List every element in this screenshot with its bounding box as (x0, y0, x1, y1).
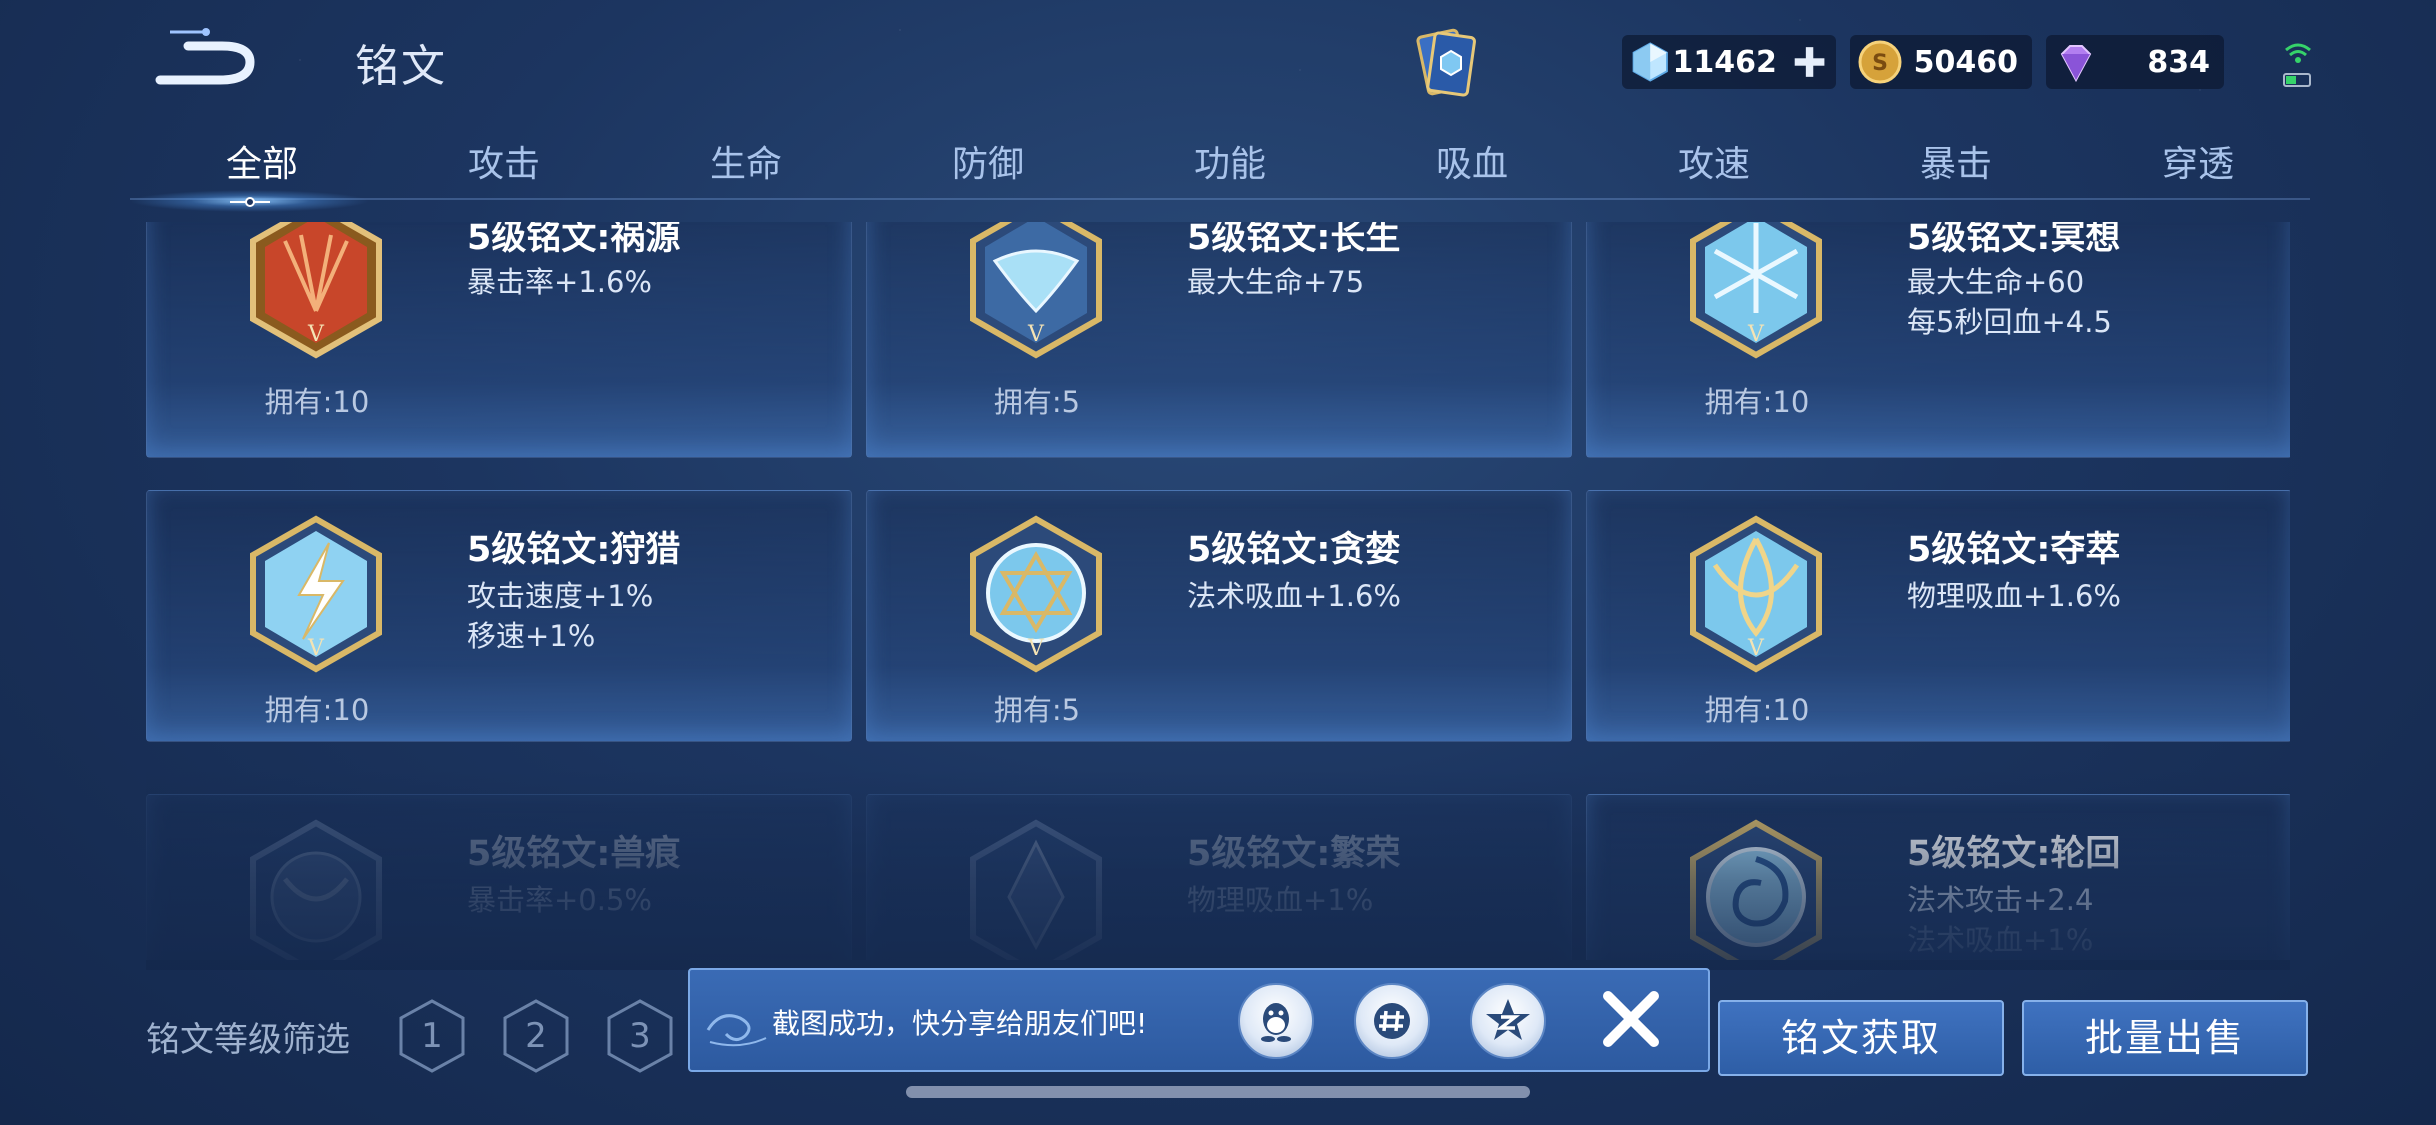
rune-owned-count: 拥有:10 (264, 693, 370, 727)
rune-name: 5级铭文:冥想 (1907, 222, 2121, 258)
gold-count: 50460 (1913, 44, 2018, 80)
svg-text:V: V (307, 322, 325, 347)
tab-defense[interactable]: 防御 (913, 135, 1063, 195)
qzone-icon (1486, 999, 1530, 1040)
rune-card[interactable]: 5级铭文:繁荣 物理吸血+1% (866, 794, 1572, 960)
level-filter-1[interactable]: 1 (398, 998, 466, 1074)
currency-gold: S 50460 (1850, 35, 2032, 89)
rune-card[interactable]: V 5级铭文:狩猎 攻击速度+1% 移速+1% 拥有:10 (146, 490, 852, 742)
svg-text:S: S (1872, 51, 1888, 76)
rune-attribute: 移速+1% (467, 619, 596, 653)
rune-owned-count: 拥有:5 (993, 693, 1081, 727)
screenshot-share-toast: 截图成功，快分享给朋友们吧! (688, 968, 1710, 1072)
rune-card[interactable]: V 5级铭文:贪婪 法术吸血+1.6% 拥有:5 (866, 490, 1572, 742)
rune-card[interactable]: V 5级铭文:冥想 最大生命+60 每5秒回血+4.5 拥有:10 (1586, 222, 2290, 458)
rune-attribute: 物理吸血+1% (1187, 883, 1374, 917)
svg-text:V: V (1027, 636, 1045, 661)
active-tab-marker (230, 197, 270, 207)
level-filter-3[interactable]: 3 (606, 998, 674, 1074)
rune-emblem-icon: V (1690, 222, 1822, 359)
rune-owned-count: 拥有:10 (264, 385, 370, 419)
svg-text:V: V (307, 636, 325, 661)
tab-attack[interactable]: 攻击 (429, 135, 579, 195)
rune-name: 5级铭文:繁荣 (1187, 834, 1401, 874)
rune-owned-count: 拥有:5 (993, 385, 1081, 419)
qq-icon (1261, 1003, 1291, 1042)
gold-coin-icon: S (1858, 40, 1902, 84)
tab-utility[interactable]: 功能 (1155, 135, 1305, 195)
rune-attribute: 攻击速度+1% (467, 579, 654, 613)
rune-emblem-icon (1690, 819, 1822, 960)
rune-emblem-icon: V (250, 222, 382, 359)
rune-emblem-icon: V (250, 515, 382, 673)
tab-attack-speed[interactable]: 攻速 (1639, 135, 1789, 195)
rune-owned-count: 拥有:10 (1704, 693, 1810, 727)
diamond-count: 834 (2147, 44, 2210, 80)
rune-attribute: 物理吸血+1.6% (1907, 579, 2121, 613)
bulk-sell-button[interactable]: 批量出售 (2022, 1000, 2308, 1076)
crystal-icon (1632, 42, 1668, 82)
currency-diamond: 834 (2046, 35, 2224, 89)
level-filter-2[interactable]: 2 (502, 998, 570, 1074)
rune-attribute: 最大生命+60 (1907, 265, 2085, 299)
svg-text:V: V (1747, 322, 1765, 347)
rune-attribute: 法术吸血+1% (1907, 923, 2094, 957)
rune-emblem-icon: V (1690, 515, 1822, 673)
rune-card[interactable]: 5级铭文:轮回 法术攻击+2.4 法术吸血+1% (1586, 794, 2290, 960)
back-arrow-icon[interactable] (150, 24, 260, 94)
svg-text:V: V (1027, 322, 1045, 347)
rune-name: 5级铭文:祸源 (467, 222, 681, 258)
tab-health[interactable]: 生命 (671, 135, 821, 195)
tab-crit[interactable]: 暴击 (1881, 135, 2031, 195)
share-moments-button[interactable] (1354, 983, 1430, 1059)
rune-name: 5级铭文:贪婪 (1187, 530, 1401, 570)
diamond-icon (2060, 45, 2092, 83)
rune-card[interactable]: V 5级铭文:长生 最大生命+75 拥有:5 (866, 222, 1572, 458)
rune-card[interactable]: 5级铭文:兽痕 暴击率+0.5% (146, 794, 852, 960)
rune-card[interactable]: V 5级铭文:祸源 暴击率+1.6% 拥有:10 (146, 222, 852, 458)
level-number: 3 (629, 1016, 651, 1056)
rune-attribute: 暴击率+0.5% (467, 883, 652, 917)
toast-message: 截图成功，快分享给朋友们吧! (772, 1007, 1148, 1040)
svg-text:V: V (1747, 636, 1765, 661)
tab-all[interactable]: 全部 (187, 135, 337, 195)
rune-attribute: 法术吸血+1.6% (1187, 579, 1401, 613)
level-number: 2 (525, 1016, 547, 1056)
tab-penetration[interactable]: 穿透 (2123, 135, 2273, 195)
rune-emblem-icon (970, 819, 1102, 960)
tab-lifesteal[interactable]: 吸血 (1397, 135, 1547, 195)
rune-attribute: 每5秒回血+4.5 (1907, 305, 2112, 339)
swirl-decoration-icon (706, 1014, 767, 1047)
rune-attribute: 最大生命+75 (1187, 265, 1365, 299)
rune-name: 5级铭文:狩猎 (467, 530, 681, 570)
rune-card[interactable]: V 5级铭文:夺萃 物理吸血+1.6% 拥有:10 (1586, 490, 2290, 742)
gem-count: 11462 (1672, 44, 1777, 80)
rune-owned-count: 拥有:10 (1704, 385, 1810, 419)
level-filter-label: 铭文等级筛选 (146, 1020, 350, 1060)
share-qq-button[interactable] (1238, 983, 1314, 1059)
currency-gem: 11462 (1622, 35, 1836, 89)
page-title: 铭文 (355, 41, 447, 92)
wechat-moments-icon (1374, 1003, 1410, 1039)
rune-grid: V 5级铭文:祸源 暴击率+1.6% 拥有:10 V 5级铭文:长生 最大生命+… (146, 222, 2290, 960)
rune-emblem-icon: V (970, 515, 1102, 673)
level-number: 1 (421, 1016, 443, 1056)
category-tabs: 全部 攻击 生命 防御 功能 吸血 攻速 暴击 穿透 (130, 135, 2310, 201)
add-currency-icon[interactable] (1791, 42, 1828, 82)
card-deck-icon[interactable] (1405, 25, 1485, 105)
rune-obtain-button[interactable]: 铭文获取 (1718, 1000, 2004, 1076)
wifi-battery-icon (2283, 43, 2311, 87)
home-indicator[interactable] (906, 1086, 1530, 1098)
rune-name: 5级铭文:兽痕 (467, 834, 681, 874)
share-qzone-button[interactable] (1470, 983, 1546, 1059)
rune-name: 5级铭文:夺萃 (1907, 530, 2121, 570)
rune-attribute: 暴击率+1.6% (467, 265, 652, 299)
rune-name: 5级铭文:长生 (1187, 222, 1401, 258)
rune-attribute: 法术攻击+2.4 (1907, 883, 2094, 917)
close-icon[interactable] (1598, 986, 1664, 1052)
rune-emblem-icon: V (970, 222, 1102, 359)
rune-emblem-icon (250, 819, 382, 960)
rune-name: 5级铭文:轮回 (1907, 834, 2121, 874)
